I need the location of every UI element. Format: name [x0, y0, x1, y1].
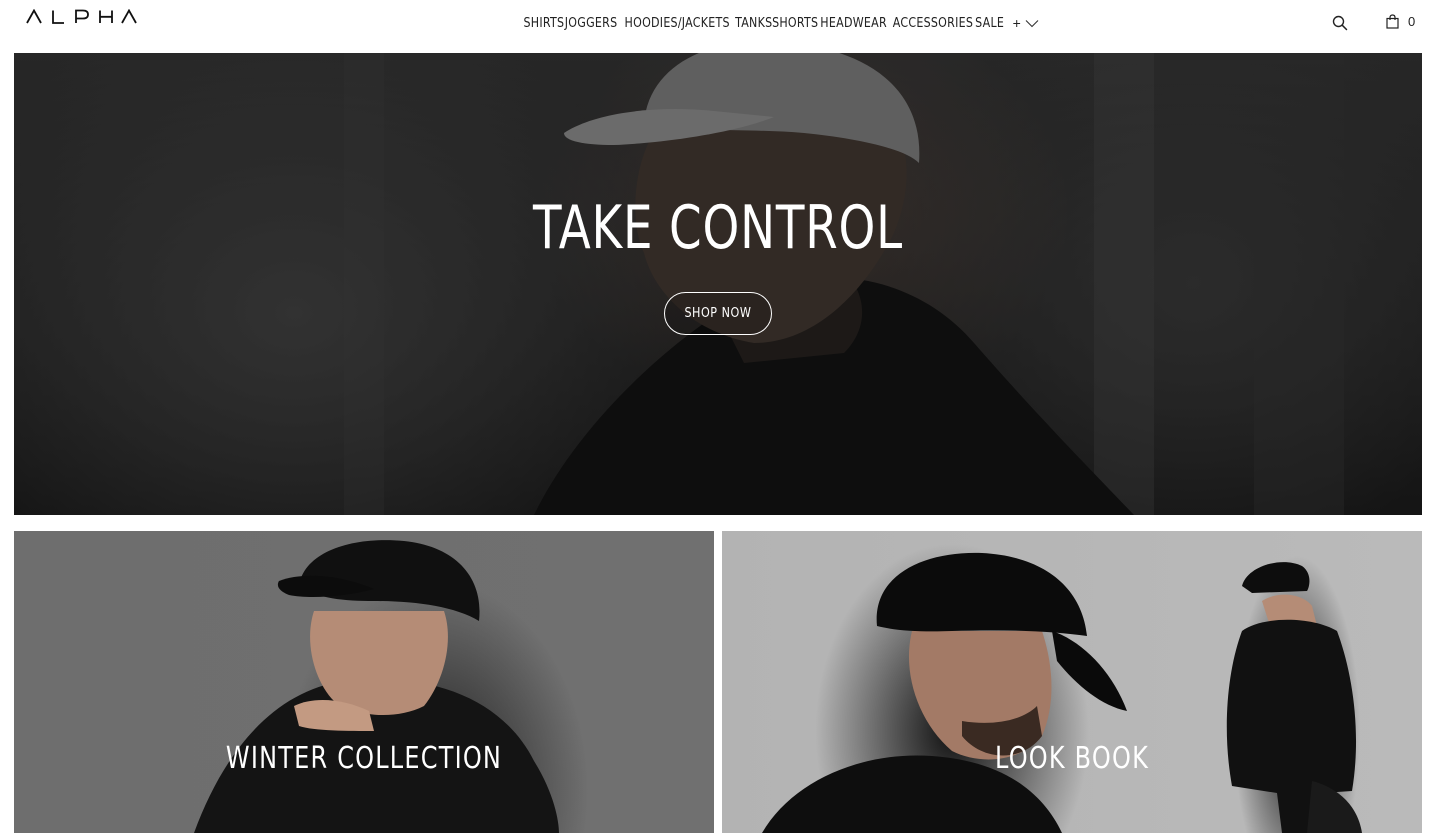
- shop-now-label: SHOP NOW: [684, 306, 752, 321]
- nav-item-headwear[interactable]: HEADWEAR: [820, 15, 887, 31]
- tile-look-book-label: LOOK BOOK: [994, 741, 1150, 776]
- shop-now-button[interactable]: SHOP NOW: [664, 292, 772, 335]
- tile-look-book[interactable]: LOOK BOOK: [722, 531, 1422, 833]
- hero-banner[interactable]: TAKE CONTROL SHOP NOW: [14, 53, 1422, 515]
- nav-item-sale[interactable]: SALE: [975, 15, 1004, 31]
- nav-item-shorts[interactable]: SHORTS: [772, 15, 818, 31]
- site-header: SHIRTS JOGGERS HOODIES/JACKETS TANKS SHO…: [0, 0, 1437, 53]
- nav-item-accessories[interactable]: ACCESSORIES: [893, 15, 973, 31]
- shopping-bag-icon: [1386, 14, 1399, 29]
- hero-image: [14, 53, 1422, 515]
- nav-more-label: +: [1012, 15, 1021, 31]
- nav-item-shirts[interactable]: SHIRTS: [524, 15, 565, 31]
- tile-winter-collection-label: WINTER COLLECTION: [225, 741, 503, 776]
- nav-item-tanks[interactable]: TANKS: [735, 15, 772, 31]
- search-icon[interactable]: [1332, 15, 1348, 31]
- hero-title: TAKE CONTROL: [532, 193, 904, 263]
- winter-collection-image: [194, 540, 559, 833]
- nav-more-menu[interactable]: +: [1013, 15, 1039, 31]
- cart-button[interactable]: 0: [1386, 14, 1415, 29]
- tile-winter-collection[interactable]: WINTER COLLECTION: [14, 531, 714, 833]
- cart-count: 0: [1408, 14, 1416, 29]
- chevron-down-icon: [1025, 19, 1039, 27]
- nav-item-hoodies-jackets[interactable]: HOODIES/JACKETS: [625, 15, 730, 31]
- main-nav: SHIRTS JOGGERS HOODIES/JACKETS TANKS SHO…: [0, 0, 1437, 46]
- look-book-image: [762, 552, 1362, 833]
- nav-item-joggers[interactable]: JOGGERS: [565, 15, 618, 31]
